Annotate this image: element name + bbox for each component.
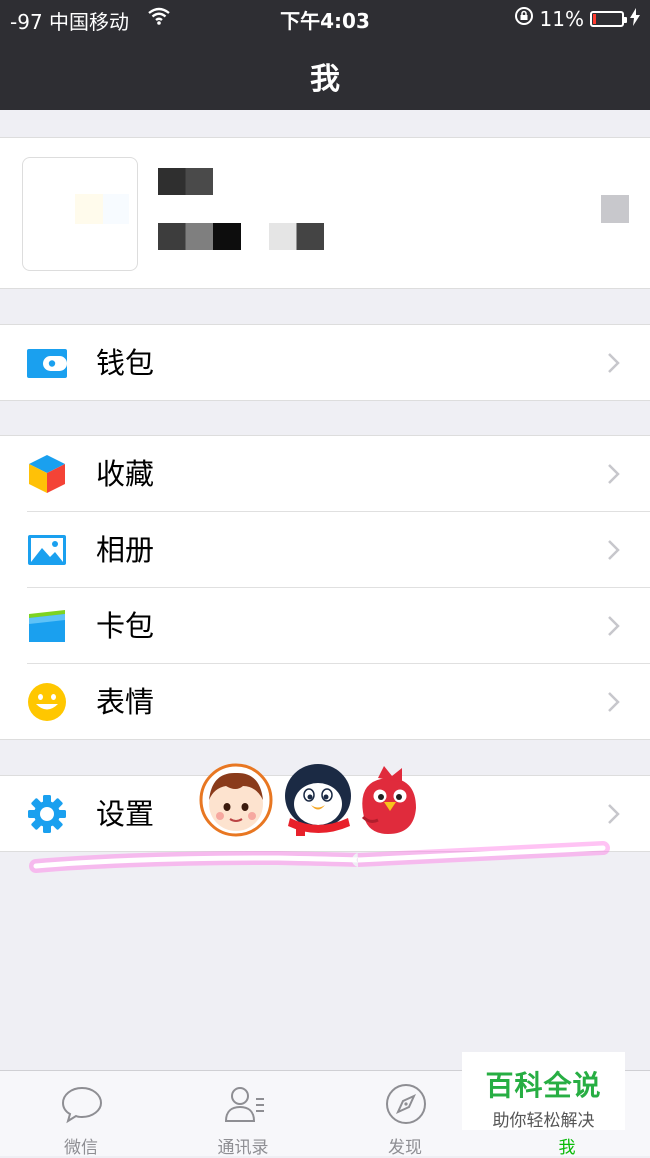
- battery-fill: [593, 13, 597, 24]
- menu-item-favorites[interactable]: 收藏: [0, 436, 650, 512]
- boy-face-sticker: [199, 763, 273, 837]
- profile-card[interactable]: [0, 137, 650, 289]
- status-bar: -97 中国移动 下午4:03 11%: [0, 0, 650, 36]
- chevron-right-icon: [602, 463, 624, 485]
- battery-percent: 11%: [539, 6, 584, 31]
- status-right: 11%: [514, 6, 640, 31]
- watermark-badge: 百科全说 助你轻松解决: [462, 1052, 625, 1131]
- menu-label-wallet: 钱包: [96, 346, 155, 380]
- menu-item-wallet[interactable]: 钱包: [0, 325, 650, 401]
- tab-label: 发现: [388, 1138, 422, 1158]
- penguin-sticker: [285, 764, 351, 836]
- wechat-id-blurred-2: [269, 223, 324, 250]
- wechat-id-blurred: [158, 223, 241, 250]
- tab-label: 我: [558, 1138, 576, 1158]
- tab-label: 通讯录: [217, 1138, 269, 1158]
- page-title: 我: [310, 62, 340, 97]
- wallet-icon: [27, 343, 67, 383]
- navigation-header: -97 中国移动 下午4:03 11% 我: [0, 0, 650, 110]
- highlight-underline: [28, 840, 618, 884]
- tab-chats[interactable]: 微信: [0, 1071, 162, 1158]
- tab-label: 微信: [64, 1138, 98, 1158]
- favorites-cube-icon: [27, 454, 67, 494]
- gear-icon: [27, 794, 67, 834]
- contacts-icon: [223, 1083, 265, 1125]
- avatar[interactable]: [22, 157, 138, 271]
- red-bird-sticker: [361, 766, 416, 834]
- rotation-lock-icon: [514, 6, 534, 31]
- album-photo-icon: [27, 530, 67, 570]
- chevron-right-icon: [602, 803, 624, 825]
- chevron-right-icon: [602, 352, 624, 374]
- compass-icon: [385, 1083, 427, 1125]
- watermark-title: 百科全说: [485, 1069, 602, 1102]
- decorative-stickers: [198, 762, 428, 846]
- chevron-right-icon: [602, 691, 624, 713]
- menu-item-album[interactable]: 相册: [0, 512, 650, 588]
- menu-label-stickers: 表情: [96, 685, 155, 719]
- tab-contacts[interactable]: 通讯录: [162, 1071, 324, 1158]
- wallet-group: 钱包: [0, 324, 650, 401]
- card-wallet-icon: [27, 606, 67, 646]
- chevron-right-icon: [602, 539, 624, 561]
- nickname-blurred: [158, 168, 213, 195]
- menu-label-favorites: 收藏: [96, 457, 155, 491]
- features-group: 收藏 相册 卡包 表情: [0, 435, 650, 740]
- qr-code-icon[interactable]: [601, 195, 629, 223]
- battery-icon: [590, 10, 627, 27]
- chat-bubble-icon: [61, 1083, 103, 1125]
- chevron-right-icon: [602, 615, 624, 637]
- watermark-subtitle: 助你轻松解决: [492, 1111, 595, 1131]
- menu-label-album: 相册: [96, 533, 155, 567]
- menu-label-card-wallet: 卡包: [96, 609, 155, 643]
- smiley-face-icon: [27, 682, 67, 722]
- menu-item-stickers[interactable]: 表情: [0, 664, 650, 740]
- menu-item-card-wallet[interactable]: 卡包: [0, 588, 650, 664]
- charging-icon: [630, 7, 640, 31]
